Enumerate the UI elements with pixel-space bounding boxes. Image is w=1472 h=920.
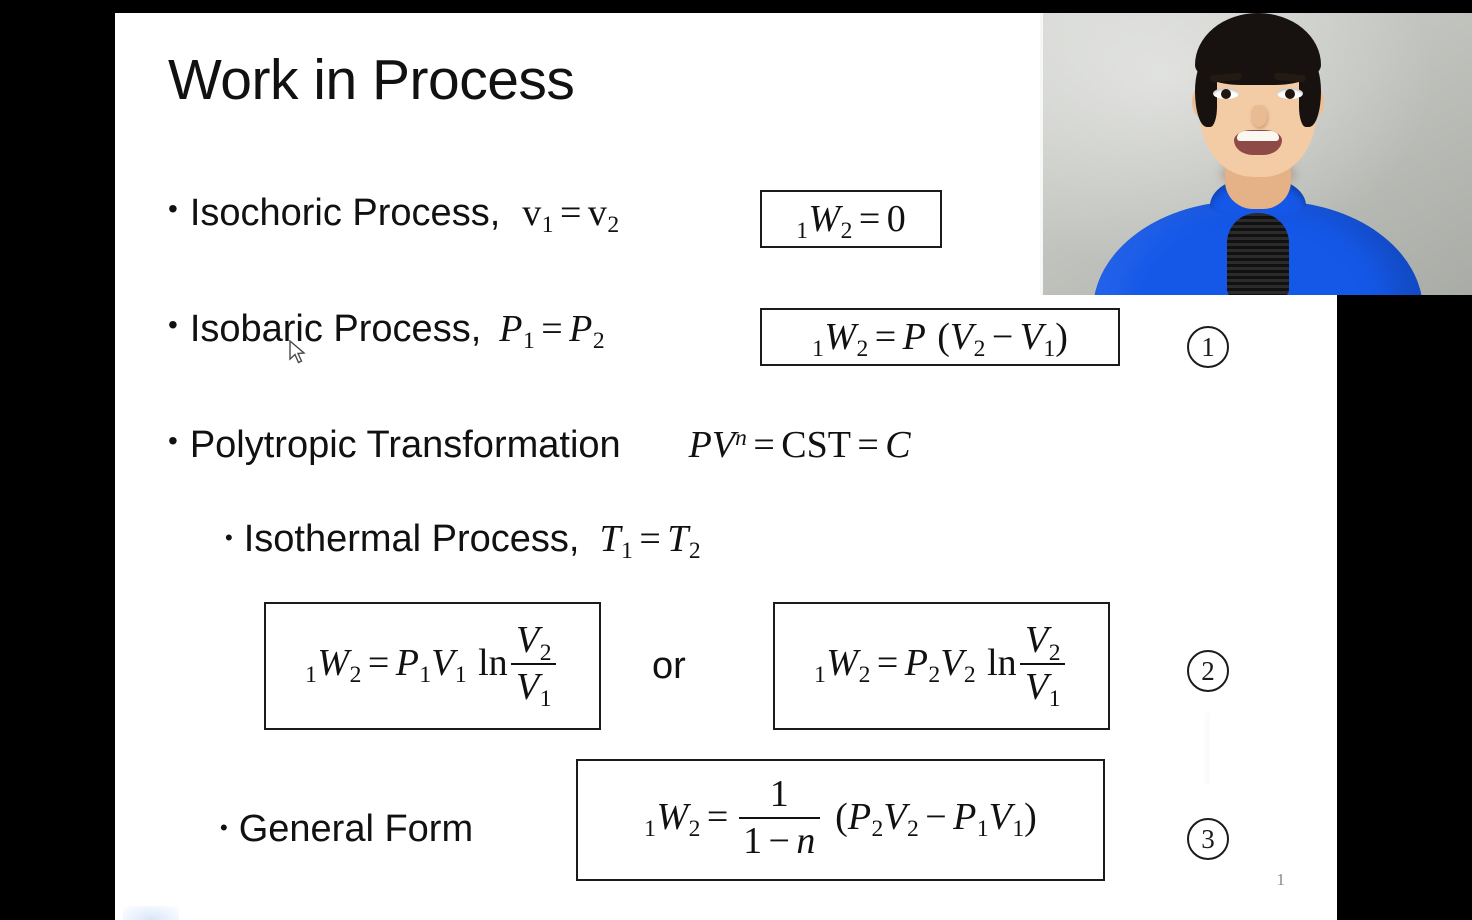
page-title: Work in Process bbox=[168, 48, 575, 112]
presenter-teeth bbox=[1236, 131, 1279, 141]
bullet-dot-icon: • bbox=[220, 815, 228, 840]
tag-circle-3: 3 bbox=[1187, 818, 1229, 860]
formula-isothermal-left: 1W2 = P1V1 ln V2 V1 bbox=[305, 620, 560, 711]
presenter-mouth bbox=[1233, 130, 1282, 155]
bullet-dot-icon: • bbox=[168, 193, 178, 224]
bullet-dot-icon: • bbox=[168, 425, 178, 456]
slide-page-number: 1 bbox=[1276, 870, 1286, 889]
mouse-pointer-icon bbox=[289, 340, 306, 364]
tag-circle-2: 2 bbox=[1187, 650, 1229, 692]
bullet-label-isothermal: Isothermal Process, bbox=[243, 518, 580, 560]
fraction-v2-v1: V2 V1 bbox=[1020, 620, 1066, 711]
bullet-label-general-form: General Form bbox=[238, 808, 474, 850]
presenter-nose bbox=[1250, 105, 1267, 127]
bullet-row-isochoric: • Isochoric Process, v1 = v2 bbox=[168, 191, 620, 239]
tag-circle-1: 1 bbox=[1187, 326, 1229, 368]
condition-isothermal: T1 = T2 bbox=[599, 518, 701, 565]
connector-or: or bbox=[652, 645, 686, 687]
screen: Work in Process • Isochoric Process, v1 =… bbox=[0, 0, 1472, 920]
presenter-video-overlay[interactable] bbox=[1040, 13, 1472, 295]
bullet-dot-icon: • bbox=[168, 309, 178, 340]
bullet-label-isochoric: Isochoric Process, bbox=[189, 192, 501, 234]
presenter-pupil-left bbox=[1220, 89, 1231, 99]
bullet-row-polytropic: • Polytropic Transformation PVn = CST = C bbox=[168, 423, 911, 467]
microphone-icon bbox=[1226, 213, 1289, 295]
condition-isobaric: P1 = P2 bbox=[499, 308, 605, 355]
bullet-label-polytropic: Polytropic Transformation bbox=[189, 424, 621, 466]
formula-isochoric: 1W2 = 0 bbox=[796, 198, 906, 245]
bullet-dot-icon: • bbox=[225, 525, 233, 550]
condition-polytropic: PVn = CST = C bbox=[688, 424, 911, 466]
formula-box-isochoric: 1W2 = 0 bbox=[760, 190, 942, 248]
faint-vertical-artifact bbox=[1205, 713, 1210, 785]
bullet-label-isobaric: Isobaric Process, bbox=[189, 308, 482, 350]
bullet-row-general-form: • General Form bbox=[220, 808, 473, 851]
bullet-row-isothermal: • Isothermal Process, T1 = T2 bbox=[225, 517, 701, 565]
faint-blue-artifact bbox=[123, 906, 179, 920]
fraction-v2-v1: V2 V1 bbox=[511, 620, 557, 711]
formula-isobaric: 1W2 = P (V2− V1) bbox=[812, 316, 1068, 363]
formula-general-form: 1W2 = 1 1− n (P2V2− P1V1) bbox=[644, 773, 1037, 862]
formula-box-general-form: 1W2 = 1 1− n (P2V2− P1V1) bbox=[576, 759, 1105, 881]
bullet-row-isobaric: • Isobaric Process, P1 = P2 bbox=[168, 307, 605, 355]
formula-isothermal-right: 1W2 = P2V2 ln V2 V1 bbox=[814, 620, 1069, 711]
condition-isochoric: v1 = v2 bbox=[522, 192, 620, 239]
presenter-pupil-right bbox=[1284, 89, 1295, 99]
formula-box-isothermal-left: 1W2 = P1V1 ln V2 V1 bbox=[264, 602, 601, 730]
fraction-1-over-1-minus-n: 1 1− n bbox=[738, 774, 820, 861]
formula-box-isothermal-right: 1W2 = P2V2 ln V2 V1 bbox=[773, 602, 1110, 730]
formula-box-isobaric: 1W2 = P (V2− V1) bbox=[760, 308, 1120, 366]
